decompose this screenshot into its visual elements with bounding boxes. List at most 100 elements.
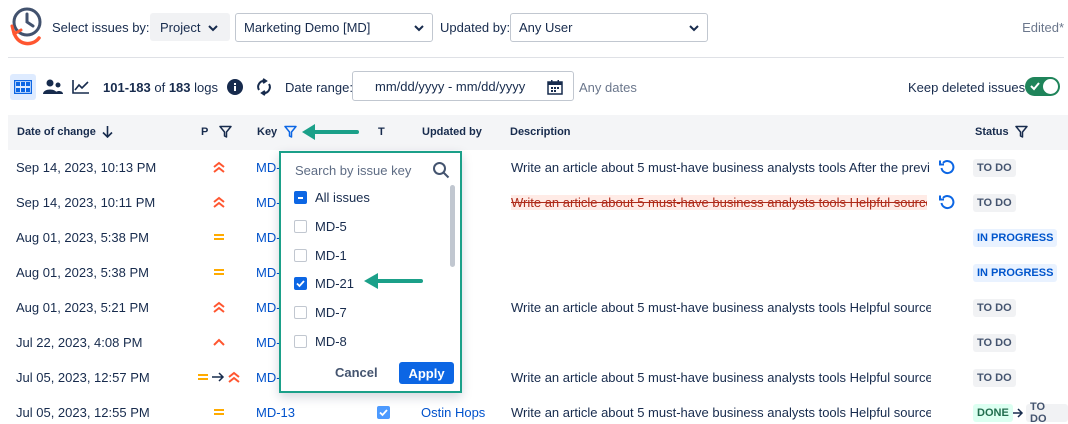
- refresh-icon[interactable]: [255, 78, 273, 96]
- status-badge: TO DO: [973, 299, 1016, 317]
- issue-key-link[interactable]: MD-: [256, 370, 281, 385]
- column-date-header[interactable]: Date of change: [17, 126, 96, 138]
- issue-key-search-input[interactable]: Search by issue key: [295, 163, 411, 178]
- priority-medium-icon: [214, 409, 224, 415]
- date-range-placeholder: mm/dd/yyyy - mm/dd/yyyy: [375, 78, 526, 94]
- line-chart-icon: [72, 80, 89, 94]
- filter-active-icon[interactable]: [284, 125, 297, 138]
- toggle-knob: [1043, 79, 1058, 94]
- chevron-down-icon: [414, 25, 424, 32]
- project-selector-button[interactable]: Project: [150, 13, 230, 41]
- option-label: MD-5: [315, 218, 347, 234]
- row-date: Aug 01, 2023, 5:38 PM: [16, 230, 149, 245]
- select-issues-label: Select issues by:: [52, 20, 150, 35]
- updated-by-select[interactable]: Any User: [510, 13, 708, 42]
- checkbox[interactable]: [294, 334, 307, 348]
- table-row: Aug 01, 2023, 5:38 PM MD- ops IN PROGRES…: [8, 220, 1068, 255]
- issue-key-link[interactable]: MD-13: [256, 405, 295, 420]
- project-button-label: Project: [160, 19, 201, 35]
- updated-by-link[interactable]: Ostin Hops: [421, 405, 485, 420]
- issue-key-link[interactable]: MD-: [256, 335, 281, 350]
- keep-deleted-label: Keep deleted issues: [908, 80, 1026, 95]
- checkbox-checked[interactable]: [294, 276, 307, 290]
- row-date: Jul 22, 2023, 4:08 PM: [16, 335, 143, 350]
- annotation-arrow-icon: [364, 273, 423, 289]
- priority-highest-icon: [228, 371, 240, 383]
- filter-option[interactable]: MD-1: [294, 245, 444, 265]
- column-updated-by-header: Updated by: [422, 126, 482, 138]
- arrow-right-icon: [1013, 408, 1024, 418]
- row-date: Aug 01, 2023, 5:38 PM: [16, 265, 149, 280]
- restore-icon[interactable]: [939, 194, 955, 210]
- table-row: Jul 05, 2023, 12:55 PM MD-13 Ostin Hops …: [8, 395, 1068, 424]
- logs-count: 101-183 of 183 logs: [103, 80, 218, 95]
- project-select[interactable]: Marketing Demo [MD]: [235, 13, 433, 42]
- chart-view-button[interactable]: [68, 74, 94, 100]
- chevron-down-icon: [208, 25, 218, 32]
- row-date: Jul 05, 2023, 12:55 PM: [16, 405, 150, 420]
- option-label: MD-8: [315, 333, 347, 349]
- status-badge: TO DO: [973, 334, 1016, 352]
- status-badge: IN PROGRESS: [973, 229, 1058, 247]
- row-date: Aug 01, 2023, 5:21 PM: [16, 300, 149, 315]
- checkbox[interactable]: [294, 219, 307, 233]
- table-row: Sep 14, 2023, 10:11 PM MD- ops Write an …: [8, 185, 1068, 220]
- checkbox[interactable]: [294, 248, 307, 262]
- apply-button[interactable]: Apply: [399, 362, 454, 384]
- priority-highest-icon: [213, 196, 225, 208]
- info-icon[interactable]: [227, 79, 243, 95]
- issue-key-link[interactable]: MD-: [256, 300, 281, 315]
- filter-option[interactable]: MD-5: [294, 216, 444, 236]
- column-status-header: Status: [975, 126, 1009, 138]
- row-date: Sep 14, 2023, 10:11 PM: [16, 195, 156, 210]
- column-priority-header: P: [201, 126, 209, 138]
- calendar-icon[interactable]: [547, 79, 563, 95]
- row-description: Write an article about 5 must-have busin…: [511, 405, 931, 420]
- cancel-button[interactable]: Cancel: [335, 365, 378, 380]
- filter-icon[interactable]: [1015, 125, 1028, 138]
- edited-indicator: Edited*: [1022, 20, 1064, 35]
- restore-icon[interactable]: [939, 159, 955, 175]
- option-label: MD-1: [315, 247, 347, 263]
- table-row: Sep 14, 2023, 10:13 PM MD- ops Write an …: [8, 150, 1068, 185]
- filter-icon[interactable]: [219, 125, 232, 138]
- table-row: Aug 01, 2023, 5:21 PM MD- ops Write an a…: [8, 290, 1068, 325]
- priority-highest-icon: [213, 161, 225, 173]
- status-badge: TO DO: [973, 159, 1016, 177]
- app-logo-icon: [10, 7, 42, 46]
- option-label: MD-21: [315, 275, 355, 291]
- priority-highest-icon: [213, 301, 225, 313]
- task-type-icon: [377, 406, 390, 419]
- dropdown-scrollbar[interactable]: [450, 185, 455, 267]
- priority-medium-icon: [214, 234, 224, 240]
- date-range-input[interactable]: mm/dd/yyyy - mm/dd/yyyy: [352, 71, 574, 101]
- sort-down-arrow-icon[interactable]: [101, 125, 114, 138]
- any-dates-link[interactable]: Any dates: [579, 80, 637, 95]
- filter-option[interactable]: MD-7: [294, 302, 444, 322]
- checkbox[interactable]: [294, 305, 307, 319]
- table-row: Jul 22, 2023, 4:08 PM MD- ops TO DO: [8, 325, 1068, 360]
- filter-option-all-issues[interactable]: All issues: [294, 187, 444, 207]
- arrow-right-icon: [212, 372, 225, 382]
- priority-medium-icon: [214, 269, 224, 275]
- table-header: Date of change P Key T Updated by Descri…: [8, 115, 1068, 150]
- issue-key-link[interactable]: MD-: [256, 265, 281, 280]
- checkbox-indeterminate[interactable]: [294, 190, 307, 204]
- users-icon: [43, 79, 63, 94]
- filter-option[interactable]: MD-8: [294, 331, 444, 351]
- row-description-deleted: Write an article about 5 must-have busin…: [511, 195, 927, 210]
- updated-by-label: Updated by:: [440, 20, 511, 35]
- issue-key-link[interactable]: MD-: [256, 195, 281, 210]
- table-row: Jul 05, 2023, 12:57 PM MD- ops Write an …: [8, 360, 1068, 395]
- status-badge: IN PROGRESS: [973, 264, 1058, 282]
- option-label: MD-7: [315, 304, 347, 320]
- row-description: Write an article about 5 must-have busin…: [511, 370, 931, 385]
- issue-key-link[interactable]: MD-: [256, 230, 281, 245]
- divider: [8, 57, 1064, 58]
- users-view-button[interactable]: [40, 74, 66, 100]
- keep-deleted-toggle[interactable]: [1025, 77, 1060, 96]
- project-select-value: Marketing Demo [MD]: [244, 20, 371, 35]
- table-view-button[interactable]: [10, 74, 36, 100]
- status-badge: TO DO: [973, 194, 1016, 212]
- issue-key-link[interactable]: MD-: [256, 160, 281, 175]
